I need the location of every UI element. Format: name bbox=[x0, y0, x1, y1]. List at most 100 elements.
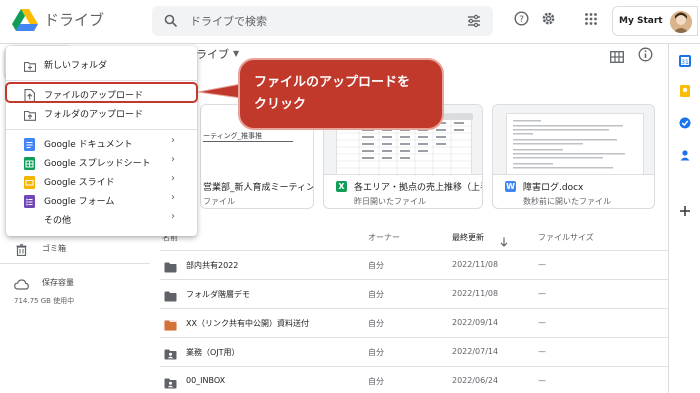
sidebar-item-storage[interactable]: 保存容量 bbox=[42, 277, 74, 288]
menu-item-google-docs[interactable]: Google ドキュメント › bbox=[6, 133, 197, 152]
file-date: 2022/11/08 bbox=[452, 260, 499, 269]
svg-text:?: ? bbox=[519, 15, 524, 25]
file-name: フォルダ階層デモ bbox=[186, 290, 250, 299]
card-preview bbox=[493, 105, 654, 175]
shared-folder-icon bbox=[164, 374, 177, 393]
file-owner: 自分 bbox=[368, 261, 384, 270]
card-subtitle: 昨日開いたファイル bbox=[354, 197, 426, 206]
search-input[interactable]: ドライブで検索 bbox=[190, 13, 267, 29]
sort-arrow-icon[interactable] bbox=[500, 232, 508, 251]
sheets-file-icon: X bbox=[336, 181, 347, 192]
top-bar: ドライブ ドライブで検索 ? My Start bbox=[0, 0, 700, 44]
callout-text-line1: ファイルのアップロードを bbox=[254, 75, 411, 90]
file-date: 2022/07/14 bbox=[452, 347, 499, 356]
info-icon[interactable] bbox=[638, 47, 653, 66]
card-subtitle: 数秒前に開いたファイル bbox=[523, 197, 611, 206]
file-date: 2022/11/08 bbox=[452, 289, 499, 298]
forms-icon bbox=[24, 193, 35, 208]
avatar[interactable] bbox=[670, 11, 692, 33]
table-row[interactable]: フォルダ階層デモ 自分 2022/11/08 — bbox=[160, 280, 668, 308]
doc-preview bbox=[506, 113, 644, 175]
app-title: ドライブ bbox=[44, 11, 105, 29]
breadcrumb[interactable]: ライブ bbox=[196, 46, 229, 62]
sidebar-item-trash[interactable]: ゴミ箱 bbox=[42, 243, 66, 254]
contacts-icon[interactable] bbox=[679, 146, 691, 161]
sheets-icon bbox=[24, 155, 35, 170]
callout-pointer bbox=[197, 83, 243, 99]
chevron-down-icon[interactable]: ▼ bbox=[233, 49, 239, 58]
table-row[interactable]: 00_INBOX 自分 2022/06/24 — bbox=[160, 367, 668, 393]
search-icon[interactable] bbox=[164, 13, 178, 32]
menu-item-google-sheets[interactable]: Google スプレッドシート › bbox=[6, 152, 197, 171]
account-label: My Start bbox=[619, 16, 663, 26]
menu-item-folder-upload[interactable]: フォルダのアップロード bbox=[6, 103, 197, 122]
file-size: — bbox=[538, 318, 546, 327]
table-row[interactable]: XX（リンク共有中公開）資料送付 自分 2022/09/14 — bbox=[160, 309, 668, 337]
file-name: XX（リンク共有中公開）資料送付 bbox=[186, 319, 309, 328]
shared-folder-icon bbox=[164, 345, 177, 364]
add-icon[interactable] bbox=[679, 202, 691, 216]
file-size: — bbox=[538, 376, 546, 385]
new-folder-icon bbox=[23, 57, 37, 72]
callout-text-line2: クリック bbox=[254, 97, 307, 112]
table-row[interactable]: 業務（OJT用） 自分 2022/07/14 — bbox=[160, 338, 668, 366]
file-date: 2022/09/14 bbox=[452, 318, 499, 327]
file-name: 業務（OJT用） bbox=[186, 348, 240, 357]
card-title: 営業部_新人育成ミーティング... bbox=[203, 183, 313, 193]
keep-icon[interactable] bbox=[679, 82, 691, 97]
file-date: 2022/06/24 bbox=[452, 376, 499, 385]
trash-icon[interactable] bbox=[16, 241, 27, 260]
settings-icon[interactable] bbox=[541, 11, 556, 30]
chevron-right-icon: › bbox=[171, 192, 175, 203]
menu-item-google-slides[interactable]: Google スライド › bbox=[6, 171, 197, 190]
file-size: — bbox=[538, 347, 546, 356]
menu-item-label: フォルダのアップロード bbox=[44, 110, 144, 120]
menu-item-label: Google スライド bbox=[44, 178, 115, 188]
card-subtitle: ファイル bbox=[203, 197, 235, 206]
card-title: 障害ログ.docx bbox=[523, 183, 584, 193]
file-size: — bbox=[538, 260, 546, 269]
menu-item-label: 新しいフォルダ bbox=[44, 61, 108, 71]
svg-text:31: 31 bbox=[681, 59, 689, 66]
chevron-right-icon: › bbox=[171, 173, 175, 184]
grid-view-icon[interactable] bbox=[610, 48, 624, 67]
file-name: 00_INBOX bbox=[186, 376, 226, 385]
chevron-right-icon: › bbox=[171, 211, 175, 222]
file-owner: 自分 bbox=[368, 377, 384, 386]
search-options-icon[interactable] bbox=[467, 13, 481, 32]
column-header-owner[interactable]: オーナー bbox=[368, 232, 400, 243]
account-button[interactable]: My Start bbox=[612, 6, 698, 36]
preview-text: ーティング_推事推 bbox=[203, 132, 263, 140]
chevron-right-icon: › bbox=[171, 135, 175, 146]
search-bar[interactable]: ドライブで検索 bbox=[152, 6, 493, 36]
menu-item-google-forms[interactable]: Google フォーム › bbox=[6, 190, 197, 209]
menu-item-new-folder[interactable]: 新しいフォルダ bbox=[6, 54, 197, 73]
folder-upload-icon bbox=[23, 106, 37, 121]
new-menu: 新しいフォルダ ファイルのアップロード フォルダのアップロード Google ド… bbox=[6, 46, 197, 236]
file-name: 部内共有2022 bbox=[186, 261, 239, 270]
chevron-right-icon: › bbox=[171, 154, 175, 165]
highlight-box bbox=[5, 82, 198, 103]
docs-file-icon: W bbox=[505, 181, 516, 192]
side-panel: 31 bbox=[668, 44, 700, 393]
table-row[interactable]: 部内共有2022 自分 2022/11/08 — bbox=[160, 251, 668, 279]
file-owner: 自分 bbox=[368, 290, 384, 299]
column-header-size[interactable]: ファイルサイズ bbox=[538, 232, 594, 243]
drive-logo[interactable] bbox=[12, 8, 38, 32]
slides-icon bbox=[24, 174, 35, 189]
card-title: 各エリア・拠点の売上推移（上半... bbox=[354, 183, 482, 193]
file-owner: 自分 bbox=[368, 319, 384, 328]
tasks-icon[interactable] bbox=[679, 114, 691, 129]
help-icon[interactable]: ? bbox=[514, 11, 529, 30]
apps-grid-icon[interactable] bbox=[584, 11, 598, 30]
menu-item-more[interactable]: その他 › bbox=[6, 209, 197, 228]
suggested-card[interactable]: W 障害ログ.docx 数秒前に開いたファイル bbox=[492, 104, 655, 209]
menu-item-label: Google フォーム bbox=[44, 197, 115, 207]
column-header-modified[interactable]: 最終更新 bbox=[452, 232, 484, 243]
menu-item-label: Google スプレッドシート bbox=[44, 159, 151, 169]
calendar-icon[interactable]: 31 bbox=[679, 52, 691, 67]
file-size: — bbox=[538, 289, 546, 298]
menu-item-label: Google ドキュメント bbox=[44, 140, 133, 150]
docs-icon bbox=[24, 136, 35, 151]
file-owner: 自分 bbox=[368, 348, 384, 357]
